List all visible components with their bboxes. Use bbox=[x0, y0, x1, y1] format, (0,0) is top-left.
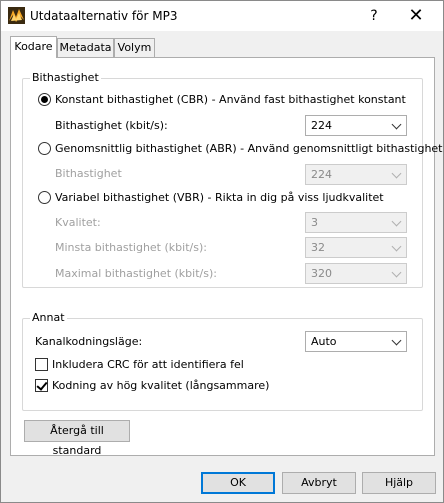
chevron-down-icon bbox=[391, 168, 402, 179]
vbr-quality-select[interactable]: 3 bbox=[305, 212, 407, 233]
bitrate-group-title: Bithastighet bbox=[30, 71, 101, 84]
cbr-label[interactable]: Konstant bithastighet (CBR) - Använd fas… bbox=[55, 93, 406, 106]
chevron-down-icon bbox=[391, 216, 402, 227]
vbr-max-value: 320 bbox=[311, 267, 332, 280]
vbr-label[interactable]: Variabel bithastighet (VBR) - Rikta in d… bbox=[55, 191, 384, 204]
other-group: Annat Kanalkodningsläge: Auto Inkludera … bbox=[22, 311, 423, 411]
vbr-min-value: 32 bbox=[311, 241, 325, 254]
tab-panel-kodare: Bithastighet Konstant bithastighet (CBR)… bbox=[10, 57, 443, 457]
cbr-bitrate-select[interactable]: 224 bbox=[305, 115, 407, 136]
chevron-down-icon bbox=[391, 335, 402, 346]
chevron-down-icon bbox=[391, 267, 402, 278]
channel-mode-value: Auto bbox=[311, 335, 337, 348]
abr-radio[interactable] bbox=[38, 142, 51, 155]
vbr-max-label: Maximal bithastighet (kbit/s): bbox=[55, 267, 217, 280]
channel-mode-label: Kanalkodningsläge: bbox=[35, 335, 143, 348]
hq-checkbox[interactable] bbox=[35, 379, 48, 392]
other-group-title: Annat bbox=[30, 311, 67, 324]
tab-volym[interactable]: Volym bbox=[114, 38, 155, 57]
vbr-quality-value: 3 bbox=[311, 216, 318, 229]
vbr-quality-label: Kvalitet: bbox=[55, 216, 101, 229]
hq-label[interactable]: Kodning av hög kvalitet (långsammare) bbox=[52, 379, 269, 392]
reset-defaults-button[interactable]: Återgå till standard bbox=[24, 420, 130, 457]
tab-metadata[interactable]: Metadata bbox=[57, 38, 114, 57]
title-bar[interactable]: Utdataalternativ för MP3 ? ✕ bbox=[1, 1, 443, 31]
abr-bitrate-select[interactable]: 224 bbox=[305, 164, 407, 185]
dialog-window: Utdataalternativ för MP3 ? ✕ Kodare Meta… bbox=[0, 0, 444, 503]
vbr-min-select[interactable]: 32 bbox=[305, 237, 407, 258]
abr-label[interactable]: Genomsnittlig bithastighet (ABR) - Använ… bbox=[55, 142, 443, 155]
chevron-down-icon bbox=[391, 119, 402, 130]
cbr-bitrate-label: Bithastighet (kbit/s): bbox=[55, 119, 168, 132]
crc-checkbox[interactable] bbox=[35, 358, 48, 371]
cbr-radio[interactable] bbox=[38, 93, 51, 106]
help-button[interactable]: Hjälp bbox=[362, 472, 436, 494]
tab-kodare[interactable]: Kodare bbox=[10, 36, 57, 58]
cbr-bitrate-value: 224 bbox=[311, 119, 332, 132]
vbr-radio[interactable] bbox=[38, 191, 51, 204]
channel-mode-select[interactable]: Auto bbox=[305, 331, 407, 352]
bitrate-group: Bithastighet Konstant bithastighet (CBR)… bbox=[22, 71, 443, 288]
cancel-button[interactable]: Avbryt bbox=[282, 472, 356, 494]
abr-bitrate-value: 224 bbox=[311, 168, 332, 181]
chevron-down-icon bbox=[391, 241, 402, 252]
vbr-max-select[interactable]: 320 bbox=[305, 263, 407, 284]
ok-button[interactable]: OK bbox=[201, 472, 275, 494]
abr-bitrate-label: Bithastighet bbox=[55, 167, 122, 180]
vbr-min-label: Minsta bithastighet (kbit/s): bbox=[55, 241, 207, 254]
crc-label[interactable]: Inkludera CRC för att identifiera fel bbox=[52, 358, 244, 371]
window-title: Utdataalternativ för MP3 bbox=[30, 9, 178, 23]
close-icon[interactable]: ✕ bbox=[405, 5, 427, 27]
help-title-button[interactable]: ? bbox=[363, 5, 385, 27]
winamp-icon bbox=[8, 7, 25, 24]
